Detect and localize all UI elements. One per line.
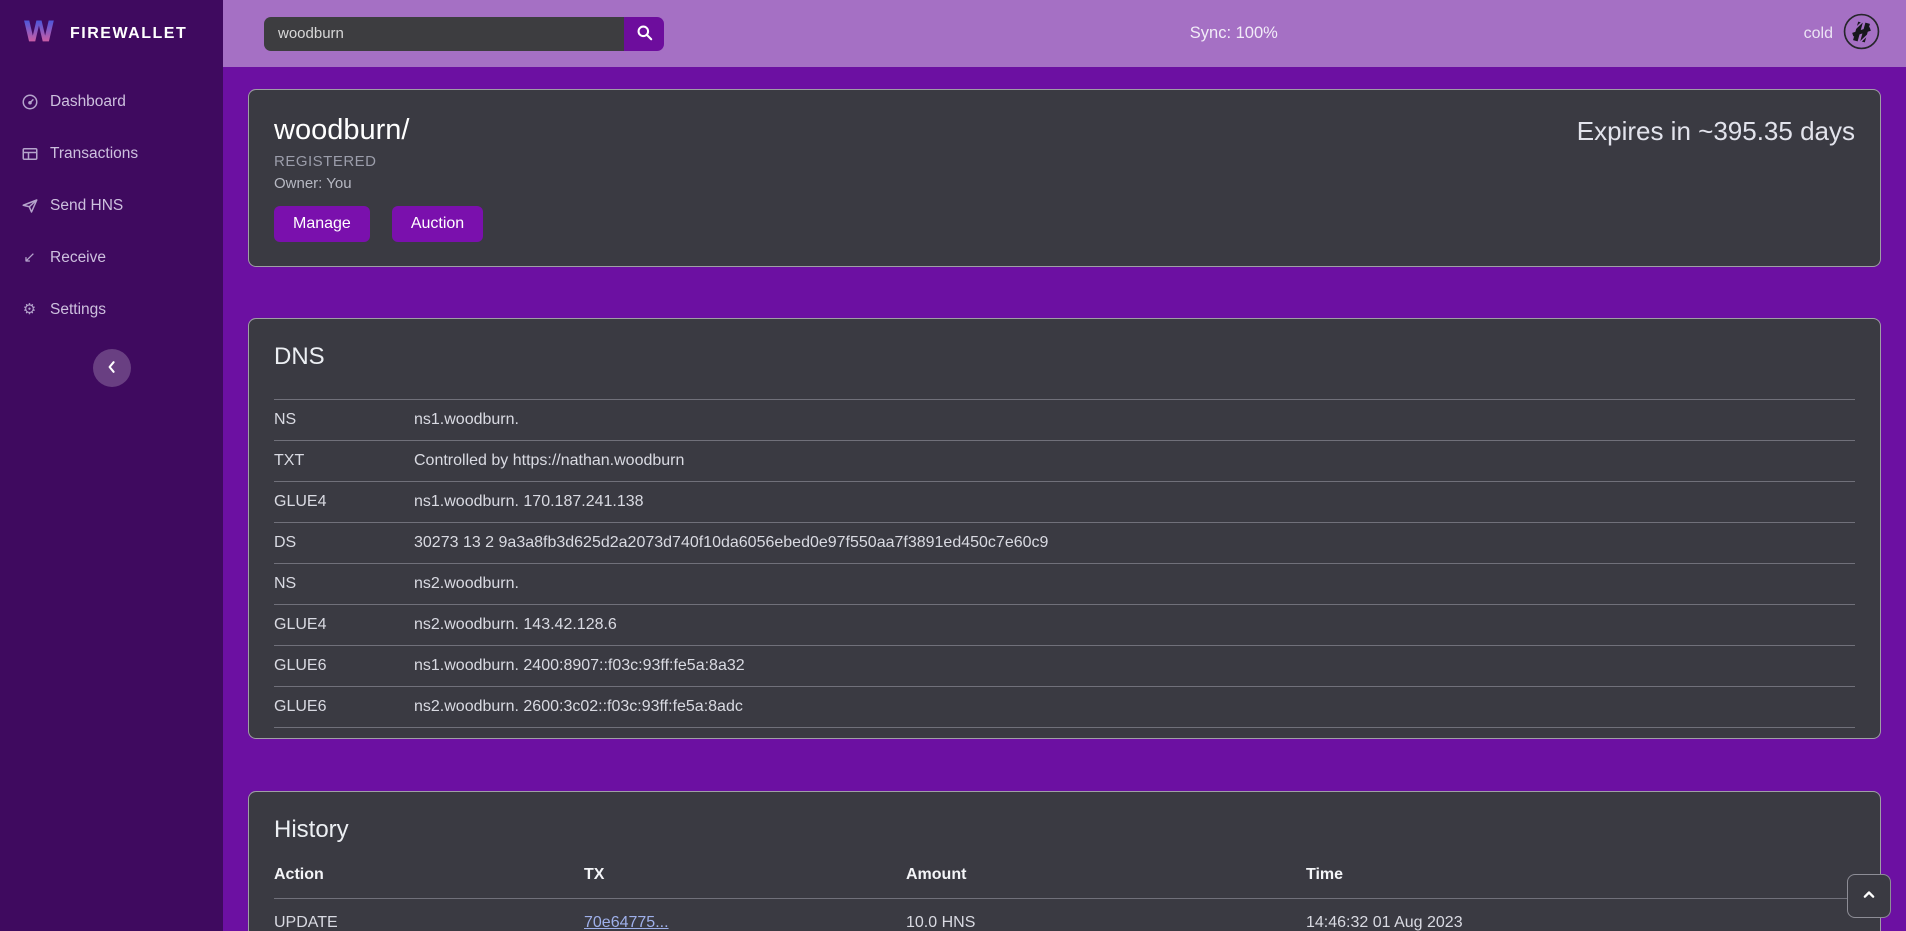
owner-label: Owner: You — [274, 175, 483, 192]
tx-link[interactable]: 70e64775... — [584, 914, 669, 931]
dns-record-row: NS ns1.woodburn. — [274, 399, 1855, 440]
chevron-left-icon — [104, 359, 120, 378]
history-title: History — [274, 816, 1855, 844]
history-header-row: Action TX Amount Time — [274, 844, 1855, 898]
firewallet-logo-icon: W — [20, 12, 58, 55]
page-title: woodburn/ — [274, 114, 483, 147]
domain-info: woodburn/ REGISTERED Owner: You Manage A… — [274, 114, 483, 242]
sidebar-item-dashboard[interactable]: Dashboard — [0, 80, 223, 123]
wallet-name: cold — [1804, 25, 1833, 43]
dns-record-row: NS ns2.woodburn. — [274, 563, 1855, 604]
dns-record-row: GLUE6 ns1.woodburn. 2400:8907::f03c:93ff… — [274, 645, 1855, 686]
dns-record-row: GLUE4 ns1.woodburn. 170.187.241.138 — [274, 481, 1855, 522]
dns-record-type: NS — [274, 411, 414, 429]
dns-record-value: ns1.woodburn. — [414, 411, 519, 429]
dns-record-type: GLUE6 — [274, 698, 414, 716]
wallet-indicator: cold — [1804, 13, 1880, 55]
gear-icon: ⚙ — [20, 300, 39, 319]
history-time: 14:46:32 01 Aug 2023 — [1306, 914, 1855, 931]
column-header-tx: TX — [584, 866, 906, 884]
auction-button[interactable]: Auction — [392, 206, 483, 242]
sidebar-item-receive[interactable]: ↙ Receive — [0, 236, 223, 279]
history-amount: 10.0 HNS — [906, 914, 1306, 931]
main-column: Sync: 100% cold woodburn/ REGISTERED — [223, 0, 1906, 931]
dns-record-value: Controlled by https://nathan.woodburn — [414, 452, 684, 470]
brand: W FIREWALLET — [0, 0, 223, 67]
dns-record-row: DS 30273 13 2 9a3a8fb3d625d2a2073d740f10… — [274, 522, 1855, 563]
dns-title: DNS — [274, 343, 1855, 371]
sidebar-item-label: Settings — [50, 301, 106, 319]
dns-record-type: NS — [274, 575, 414, 593]
topbar: Sync: 100% cold — [223, 0, 1906, 67]
dns-record-value: ns1.woodburn. 2400:8907::f03c:93ff:fe5a:… — [414, 657, 745, 675]
sidebar-item-label: Dashboard — [50, 93, 126, 111]
history-card: History Action TX Amount Time UPDATE 70e… — [248, 791, 1881, 931]
domain-card: woodburn/ REGISTERED Owner: You Manage A… — [248, 89, 1881, 267]
dns-card: DNS NS ns1.woodburn. TXT Controlled by h… — [248, 318, 1881, 739]
dns-record-type: GLUE4 — [274, 616, 414, 634]
dns-record-value: ns2.woodburn. — [414, 575, 519, 593]
dns-record-row: GLUE4 ns2.woodburn. 143.42.128.6 — [274, 604, 1855, 645]
search-icon — [635, 23, 654, 45]
dns-record-row: GLUE6 ns2.woodburn. 2600:3c02::f03c:93ff… — [274, 686, 1855, 727]
sidebar-item-send-hns[interactable]: Send HNS — [0, 184, 223, 227]
sidebar-item-label: Send HNS — [50, 197, 123, 215]
dns-record-value: ns2.woodburn. 2600:3c02::f03c:93ff:fe5a:… — [414, 698, 743, 716]
handshake-icon — [1843, 13, 1880, 55]
column-header-action: Action — [274, 866, 584, 884]
dns-record-value: ns2.woodburn. 143.42.128.6 — [414, 616, 617, 634]
dns-record-type: GLUE6 — [274, 657, 414, 675]
sidebar-nav: Dashboard Transactions Send HNS ↙ Receiv… — [0, 80, 223, 340]
sidebar: W FIREWALLET Dashboard Transactions — [0, 0, 223, 931]
chevron-up-icon — [1859, 885, 1879, 908]
dns-record-type: DS — [274, 534, 414, 552]
column-header-amount: Amount — [906, 866, 1306, 884]
sidebar-item-label: Receive — [50, 249, 106, 267]
domain-search — [264, 17, 664, 51]
status-badge: REGISTERED — [274, 153, 483, 170]
sidebar-item-label: Transactions — [50, 145, 138, 163]
content-area: woodburn/ REGISTERED Owner: You Manage A… — [223, 67, 1906, 931]
sidebar-item-transactions[interactable]: Transactions — [0, 132, 223, 175]
history-action: UPDATE — [274, 914, 584, 931]
svg-text:W: W — [23, 15, 54, 48]
dns-record-type: TXT — [274, 452, 414, 470]
expiry-label: Expires in ~395.35 days — [1577, 114, 1855, 242]
dns-record-row: TXT Controlled by https://nathan.woodbur… — [274, 440, 1855, 481]
paper-plane-icon — [20, 196, 39, 215]
dns-table: NS ns1.woodburn. TXT Controlled by https… — [274, 399, 1855, 728]
search-button[interactable] — [624, 17, 664, 51]
sync-status: Sync: 100% — [664, 24, 1804, 43]
history-row: UPDATE 70e64775... 10.0 HNS 14:46:32 01 … — [274, 898, 1855, 931]
app-title: FIREWALLET — [70, 25, 187, 43]
table-icon — [20, 144, 39, 163]
arrow-down-left-icon: ↙ — [20, 248, 39, 267]
dns-record-type: GLUE4 — [274, 493, 414, 511]
column-header-time: Time — [1306, 866, 1855, 884]
dashboard-gauge-icon — [20, 92, 39, 111]
search-input[interactable] — [264, 17, 624, 51]
dns-record-value: ns1.woodburn. 170.187.241.138 — [414, 493, 644, 511]
dns-record-value: 30273 13 2 9a3a8fb3d625d2a2073d740f10da6… — [414, 534, 1048, 552]
sidebar-item-settings[interactable]: ⚙ Settings — [0, 288, 223, 331]
sidebar-collapse-button[interactable] — [93, 349, 131, 387]
manage-button[interactable]: Manage — [274, 206, 370, 242]
scroll-to-top-button[interactable] — [1847, 874, 1891, 918]
